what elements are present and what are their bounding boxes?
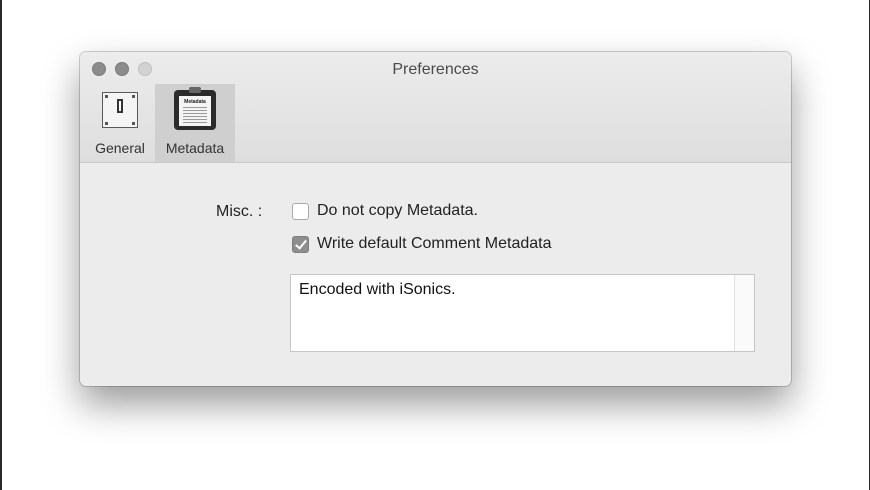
toolbar-item-metadata[interactable]: Metadata Metadata (155, 84, 235, 162)
do-not-copy-metadata-checkbox[interactable] (292, 202, 309, 220)
toolbar-item-general[interactable]: General (80, 84, 160, 162)
clipboard-icon: Metadata (174, 87, 216, 130)
comment-text-area[interactable]: Encoded with iSonics. (290, 274, 755, 352)
do-not-copy-metadata-option[interactable]: Do not copy Metadata. (292, 202, 478, 220)
screen-edge-left (0, 0, 2, 490)
misc-label: Misc. : (216, 203, 263, 220)
toolbar-item-label: General (95, 140, 145, 156)
do-not-copy-metadata-label: Do not copy Metadata. (317, 202, 478, 219)
write-default-comment-label: Write default Comment Metadata (317, 235, 552, 252)
window-title: Preferences (392, 61, 479, 78)
toolbar-item-label: Metadata (165, 140, 225, 156)
window-toolbar: Preferences General Metadata Metadata (80, 52, 791, 163)
write-default-comment-checkbox[interactable] (292, 235, 309, 253)
write-default-comment-option[interactable]: Write default Comment Metadata (292, 235, 551, 253)
switch-icon (102, 92, 138, 128)
preferences-window: Preferences General Metadata Metadata Mi… (80, 52, 791, 386)
comment-scrollbar[interactable] (734, 275, 754, 351)
comment-input[interactable]: Encoded with iSonics. (299, 281, 728, 347)
